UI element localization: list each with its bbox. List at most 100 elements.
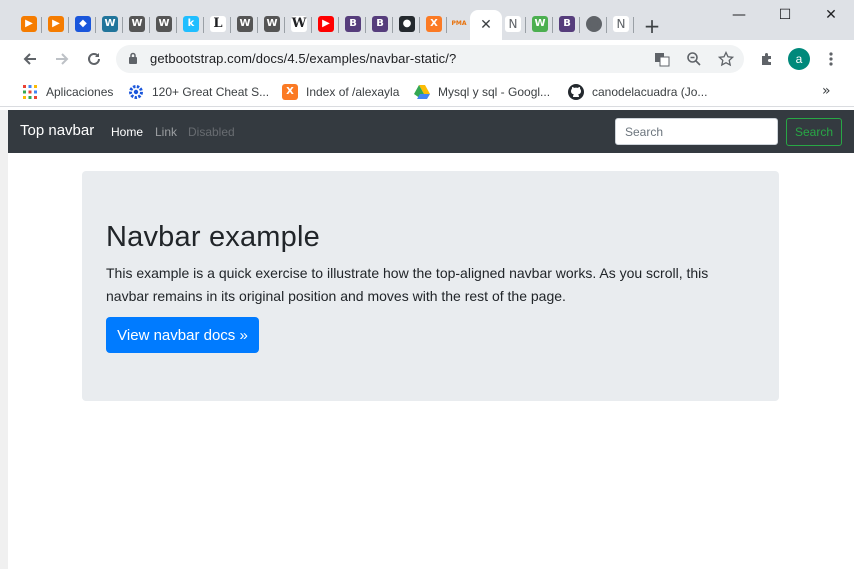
browser-window: ▶ ▶ ◆ W W Wk L W W W ▶ B B ● X PMA ✕ N W B ● N + — ☐ ✕ (0, 0, 854, 569)
tab-separator (392, 17, 393, 33)
top-navbar: Top navbar Home Link Disabled Search (8, 110, 854, 153)
github-icon (568, 84, 584, 100)
tab-separator (41, 17, 42, 33)
extensions-button[interactable] (754, 46, 780, 72)
lock-icon (129, 52, 137, 64)
browser-tab[interactable]: ▶ (313, 10, 339, 38)
bootstrap-icon: B (372, 16, 388, 32)
bookmark-apps[interactable]: Aplicaciones (22, 83, 113, 101)
translate-button[interactable] (652, 49, 672, 69)
browser-tab[interactable]: X (421, 10, 447, 38)
tab-separator (95, 17, 96, 33)
lead-text: This example is a quick exercise to illu… (106, 265, 709, 304)
tab-separator (338, 17, 339, 33)
nav-link-home[interactable]: Home (111, 125, 143, 139)
navbar-search-input[interactable] (615, 118, 778, 145)
browser-tab[interactable]: W (259, 10, 285, 38)
apps-grid-icon (22, 84, 38, 100)
tab-separator (552, 17, 553, 33)
pmq-orange-icon: ▶ (48, 16, 64, 32)
forward-button[interactable] (49, 46, 75, 72)
tab-separator (68, 17, 69, 33)
address-bar[interactable]: getbootstrap.com/docs/4.5/examples/navba… (116, 45, 744, 73)
bookmark-cheat-sheets[interactable]: 120+ Great Cheat S... (128, 83, 269, 101)
maximize-button[interactable]: ☐ (762, 4, 808, 26)
more-bookmarks-button[interactable]: » (822, 83, 831, 99)
browser-tab[interactable]: B (554, 10, 580, 38)
minimize-button[interactable]: — (716, 4, 762, 26)
forward-arrow-icon (56, 53, 69, 65)
zoom-button[interactable] (684, 49, 704, 69)
minimize-icon: — (732, 7, 746, 23)
nav-link-disabled: Disabled (188, 125, 235, 139)
reload-button[interactable] (81, 46, 107, 72)
navbar-search-button[interactable]: Search (786, 118, 842, 146)
wordpress-icon: W (156, 16, 172, 32)
wordpress-icon: W (237, 16, 253, 32)
browser-tab[interactable]: N (500, 10, 526, 38)
browser-tab[interactable]: ● (581, 10, 607, 38)
view-navbar-docs-button[interactable]: View navbar docs » (106, 317, 259, 353)
globe-icon: ● (586, 16, 602, 32)
browser-tab[interactable]: B (340, 10, 366, 38)
google-drive-icon (414, 84, 430, 100)
bootstrap-icon: B (559, 16, 575, 32)
navbar-brand[interactable]: Top navbar (20, 122, 94, 139)
close-window-button[interactable]: ✕ (808, 4, 854, 26)
browser-tab[interactable]: ▶ (43, 10, 69, 38)
tab-separator (284, 17, 285, 33)
profile-avatar[interactable]: a (788, 48, 810, 70)
tab-active[interactable]: ✕ (470, 10, 502, 40)
github-icon: ● (399, 16, 415, 32)
url-text: getbootstrap.com/docs/4.5/examples/navba… (150, 51, 457, 66)
bookmarks-bar: Aplicaciones 120+ Great Cheat S... X Ind… (0, 78, 854, 107)
bookmark-label: Aplicaciones (46, 85, 114, 99)
nav-link-link[interactable]: Link (155, 125, 177, 139)
w3-icon: W (532, 16, 548, 32)
youtube-icon: ▶ (318, 16, 334, 32)
phpmyadmin-icon: PMA (451, 20, 467, 27)
browser-tab[interactable]: W (124, 10, 150, 38)
browser-tab[interactable]: W (232, 10, 258, 38)
browser-tab[interactable]: L (205, 10, 231, 38)
bookmark-index-alexayla[interactable]: X Index of /alexayla (282, 83, 399, 101)
back-arrow-icon (23, 53, 36, 65)
close-icon: ✕ (825, 7, 837, 23)
tab-strip: ▶ ▶ ◆ W W Wk L W W W ▶ B B ● X PMA ✕ N W B ● N + — ☐ ✕ (0, 0, 854, 40)
bookmark-label: Mysql y sql - Googl... (438, 85, 551, 99)
letter-n-icon: N (613, 16, 629, 32)
bootstrap-icon: B (345, 16, 361, 32)
blue-diamond-icon: ◆ (75, 16, 91, 32)
browser-tab[interactable]: ● (394, 10, 420, 38)
back-button[interactable] (17, 46, 43, 72)
puzzle-icon (762, 53, 771, 65)
wordpress-icon: W (264, 16, 280, 32)
browser-tab[interactable]: W (151, 10, 177, 38)
tab-separator (176, 17, 177, 33)
wordpress-icon: W (102, 16, 118, 32)
gear-blue-icon (128, 84, 144, 100)
browser-tab[interactable]: W (97, 10, 123, 38)
browser-tab[interactable]: k (178, 10, 204, 38)
browser-tab[interactable]: W (286, 10, 312, 38)
browser-tab[interactable]: ▶ (16, 10, 42, 38)
browser-tab[interactable]: B (367, 10, 393, 38)
tab-separator (633, 17, 634, 33)
browser-tab[interactable]: PMA (446, 10, 472, 38)
menu-button[interactable] (818, 46, 844, 72)
page-title: Navbar example (106, 221, 320, 253)
tab-separator (257, 17, 258, 33)
wikipedia-icon: W (291, 16, 307, 32)
translate-icon (655, 53, 670, 67)
browser-tab[interactable]: W (527, 10, 553, 38)
letter-l-icon: L (210, 16, 226, 32)
bookmark-label: Index of /alexayla (306, 85, 400, 99)
browser-tab[interactable]: N (608, 10, 634, 38)
page-content: Top navbar Home Link Disabled Search Nav… (8, 110, 854, 569)
browser-tab[interactable]: ◆ (70, 10, 96, 38)
bookmark-mysql-sql[interactable]: Mysql y sql - Googl... (414, 83, 550, 101)
bookmark-canodelacuadra[interactable]: canodelacuadra (Jo... (568, 83, 707, 101)
bookmark-star-button[interactable] (716, 49, 736, 69)
new-tab-button[interactable]: + (640, 14, 664, 38)
close-tab-icon[interactable]: ✕ (480, 17, 492, 33)
